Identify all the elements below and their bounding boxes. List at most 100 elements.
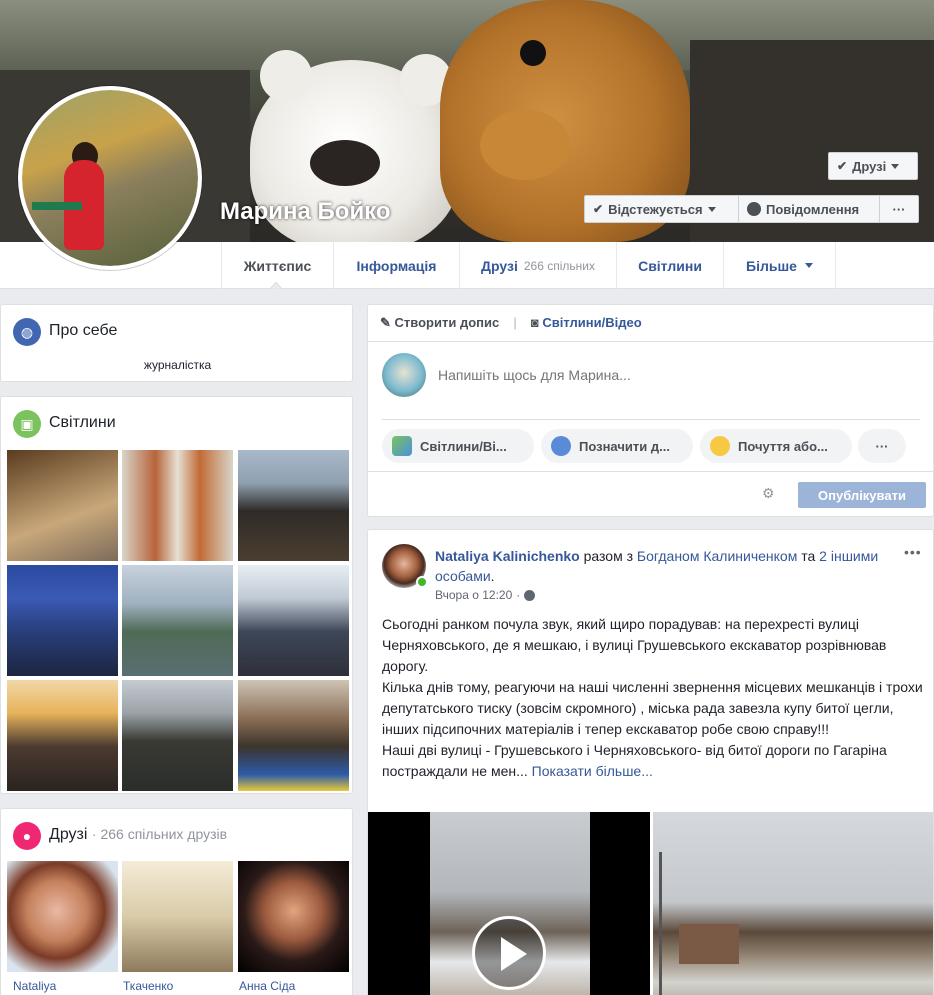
follow-label: Відстежується [608, 201, 703, 217]
post-meta: Вчора о 12:20 · [435, 588, 536, 602]
and-text: та [801, 548, 816, 564]
photo-thumbnail[interactable] [238, 680, 349, 791]
friend-photo[interactable] [7, 861, 118, 972]
friends-title-row: Друзі · 266 спільних друзів [49, 826, 227, 844]
friends-icon: ● [13, 822, 41, 850]
photo-thumbnail[interactable] [122, 450, 233, 561]
publish-button[interactable]: Опублікувати [798, 482, 926, 508]
feeling-activity-button[interactable]: Почуття або... [700, 429, 852, 463]
pill-label: Почуття або... [738, 438, 828, 454]
period: . [490, 568, 495, 584]
post-header: Nataliya Kalinichenko разом з Богданом К… [435, 546, 895, 586]
friend-photo[interactable] [238, 861, 349, 972]
photo-icon: ▣ [13, 410, 41, 438]
friend-name[interactable]: Ткаченко [123, 979, 173, 993]
settings-icon[interactable]: ⚙ [762, 485, 775, 502]
tagged-person[interactable]: Богданом Калиниченком [637, 548, 797, 564]
user-avatar [382, 353, 426, 397]
with-text: разом з [583, 548, 634, 564]
divider [368, 341, 934, 342]
bear-nose [310, 140, 380, 186]
pole-shape [659, 852, 662, 995]
facebook-profile-page: Марина Бойко ✔ Друзі ✔ Відстежується Пов… [0, 0, 934, 995]
play-button-icon[interactable] [472, 916, 546, 990]
message-label: Повідомлення [766, 201, 860, 217]
composer-tabs: ✎ Створити допис | ◙ Світлини/Відео [380, 315, 642, 331]
messenger-icon [747, 202, 761, 216]
video-thumbnail[interactable] [368, 812, 650, 995]
follow-button[interactable]: ✔ Відстежується [584, 195, 738, 223]
globe-icon[interactable] [524, 589, 536, 601]
photo-thumbnail[interactable] [238, 450, 349, 561]
divider [382, 419, 920, 420]
photo-thumbnail[interactable] [7, 680, 118, 791]
tab-photos[interactable]: Світлини [617, 242, 724, 289]
friend-name[interactable]: Анна Сіда [239, 979, 295, 993]
pencil-icon: ✎ [380, 315, 391, 330]
bench [32, 202, 82, 210]
tag-person-icon [551, 436, 571, 456]
post-paragraph-last: Наші дві вулиці - Грушевського і Черняхо… [382, 740, 927, 782]
friends-title[interactable]: Друзі [49, 826, 87, 843]
divider [368, 471, 934, 472]
friend-photo[interactable] [122, 861, 233, 972]
profile-actions: ✔ Відстежується Повідомлення ··· [584, 195, 919, 223]
photo-thumbnail[interactable] [122, 680, 233, 791]
post-body: Сьогодні ранком почула звук, який щиро п… [382, 614, 927, 782]
post-photo[interactable] [653, 812, 933, 995]
tab-friends[interactable]: Друзі 266 спільних [460, 242, 617, 289]
tab-about[interactable]: Інформація [334, 242, 460, 289]
tab-more[interactable]: Більше [724, 242, 836, 289]
photo-thumbnail[interactable] [7, 450, 118, 561]
post-timestamp[interactable]: Вчора о 12:20 [435, 588, 512, 602]
profile-name[interactable]: Марина Бойко [220, 198, 391, 226]
more-label: ··· [892, 201, 906, 217]
photo-thumbnail[interactable] [238, 565, 349, 676]
play-triangle [501, 937, 527, 971]
photo-thumbnail[interactable] [7, 565, 118, 676]
post-paragraph: Сьогодні ранком почула звук, який щиро п… [382, 616, 887, 674]
tab-friends-count: 266 спільних [523, 258, 595, 273]
separator: · [516, 588, 521, 602]
show-more-link[interactable]: Показати більше... [532, 763, 653, 779]
add-photo-video-button[interactable]: Світлини/Ві... [382, 429, 534, 463]
post-options-icon[interactable]: ••• [904, 544, 922, 560]
photos-card: ▣ Світлини [0, 396, 353, 794]
about-card: ◍ Про себе журналістка [0, 304, 353, 382]
bear-eye [520, 40, 546, 66]
caret-down-icon [804, 263, 813, 268]
tab-label: Світлини [638, 257, 702, 274]
friends-status-button[interactable]: ✔ Друзі [828, 152, 918, 180]
create-post-label: Створити допис [394, 315, 500, 330]
camera-icon: ◙ [530, 315, 539, 330]
divider: | [513, 315, 517, 330]
author-name[interactable]: Nataliya Kalinichenko [435, 548, 580, 564]
post-composer: ✎ Створити допис | ◙ Світлини/Відео Світ… [367, 304, 934, 517]
tag-friends-button[interactable]: Позначити д... [541, 429, 693, 463]
message-button[interactable]: Повідомлення [738, 195, 879, 223]
friends-count: · 266 спільних друзів [91, 826, 228, 842]
photo-video-label: Світлини/Відео [542, 315, 642, 330]
composer-more-button[interactable]: ··· [858, 429, 906, 463]
photo-thumbnail[interactable] [122, 565, 233, 676]
photo-video-tab[interactable]: ◙ Світлини/Відео [531, 315, 642, 331]
post-paragraph: Кілька днів тому, реагуючи на наші числе… [382, 679, 923, 737]
friends-status-label: Друзі [852, 158, 887, 174]
globe-icon: ◍ [13, 318, 41, 346]
tab-label: Життєпис [243, 257, 312, 274]
tab-label: Більше [746, 257, 797, 274]
pill-label: Світлини/Ві... [420, 438, 507, 454]
create-post-tab[interactable]: ✎ Створити допис [380, 315, 499, 331]
bear-snout [480, 110, 570, 180]
photos-title[interactable]: Світлини [49, 414, 116, 432]
about-title: Про себе [49, 322, 118, 339]
about-bio: журналістка [143, 358, 212, 372]
tab-label: Друзі [481, 257, 518, 274]
profile-picture[interactable] [18, 86, 202, 270]
caret-down-icon [891, 163, 900, 169]
more-options-button[interactable]: ··· [879, 195, 919, 223]
composer-input[interactable] [438, 361, 918, 389]
friend-name[interactable]: Nataliya [13, 979, 56, 993]
check-icon: ✔ [593, 202, 604, 216]
pill-label: Позначити д... [579, 438, 670, 454]
